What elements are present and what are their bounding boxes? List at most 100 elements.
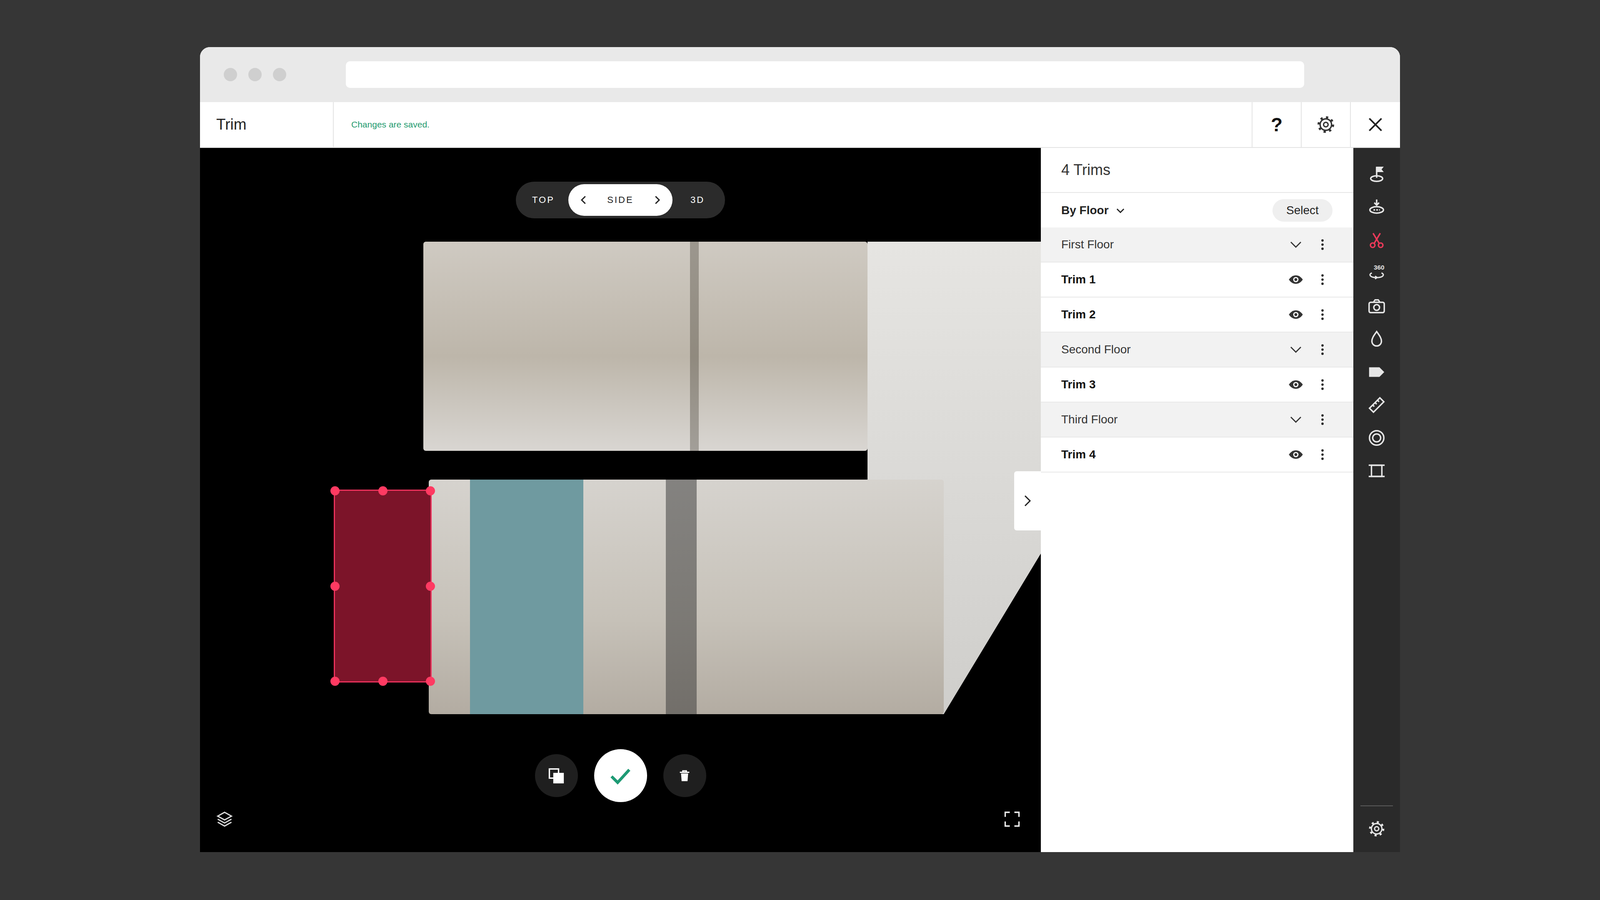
gear-icon[interactable] [1315, 114, 1337, 135]
eye-icon[interactable] [1287, 446, 1304, 463]
trim-row[interactable]: Trim 3 [1040, 367, 1354, 403]
tool-button[interactable] [1353, 289, 1400, 323]
chevron-down-icon[interactable] [1288, 237, 1304, 253]
toolbar-footer [1353, 805, 1400, 845]
resize-handle[interactable] [425, 676, 435, 686]
tool-button[interactable] [1353, 157, 1400, 191]
tool-button[interactable]: 360 [1353, 256, 1400, 290]
help-button[interactable]: ? [1251, 102, 1301, 148]
check-icon[interactable] [607, 762, 634, 790]
chevron-left-icon[interactable] [577, 193, 590, 207]
more-icon[interactable] [1315, 412, 1330, 427]
more-icon[interactable] [1315, 377, 1330, 392]
window-controls [223, 67, 287, 82]
trash-icon[interactable] [677, 768, 692, 783]
page-title: Trim [216, 115, 247, 134]
color-icon[interactable] [1367, 329, 1387, 349]
view-mode-tab[interactable]: 3D [672, 184, 723, 216]
tool-sidebar: 360 [1353, 147, 1400, 853]
photo-icon[interactable] [1367, 296, 1387, 316]
resize-handle[interactable] [425, 486, 435, 496]
browser-window: TrimChanges are saved.?TOPSIDE3D4 TrimsB… [200, 47, 1400, 853]
duplicate-icon[interactable] [547, 766, 566, 785]
confirm-button[interactable] [594, 749, 648, 803]
settings-tool-button[interactable] [1353, 812, 1400, 845]
floor-group-row[interactable]: Third Floor [1040, 402, 1354, 438]
duplicate-button[interactable] [535, 754, 578, 798]
view-mode-tab[interactable]: SIDE [568, 184, 673, 216]
minimize-dot[interactable] [248, 67, 262, 82]
trim-row[interactable]: Trim 2 [1040, 297, 1354, 333]
pano-icon[interactable]: 360 [1367, 263, 1387, 283]
floor-icon[interactable] [1367, 197, 1387, 218]
trim-row[interactable]: Trim 1 [1040, 262, 1354, 298]
view-mode-switch: TOPSIDE3D [515, 181, 725, 219]
floor-group-row[interactable]: Second Floor [1040, 332, 1354, 368]
eye-icon[interactable] [1287, 306, 1304, 323]
measure-icon[interactable] [1367, 395, 1387, 415]
resize-handle[interactable] [330, 486, 340, 496]
eye-icon[interactable] [1287, 376, 1304, 393]
tool-button[interactable] [1353, 355, 1400, 389]
video-icon[interactable] [1367, 461, 1387, 481]
browser-chrome [200, 47, 1400, 103]
title-cell: Trim [200, 102, 334, 148]
more-icon[interactable] [1315, 237, 1330, 252]
more-icon[interactable] [1315, 342, 1330, 357]
chevron-right-icon[interactable] [1020, 493, 1035, 509]
resize-handle[interactable] [330, 676, 340, 686]
resize-handle[interactable] [378, 676, 388, 686]
model-viewer[interactable]: TOPSIDE3D [200, 147, 1041, 853]
resize-handle[interactable] [330, 581, 340, 591]
chevron-down-icon[interactable] [1288, 412, 1304, 428]
tool-button[interactable] [1353, 388, 1400, 422]
resize-handle[interactable] [425, 581, 435, 591]
trim-row[interactable]: Trim 4 [1040, 437, 1354, 473]
app-header: Trim Changes are saved.? [200, 102, 1400, 148]
model-upper-floor[interactable] [423, 241, 868, 451]
filter-row: By Floor Select [1040, 192, 1354, 228]
tag-icon[interactable] [1367, 362, 1387, 382]
save-status: Changes are saved. [333, 102, 1252, 148]
trim-box[interactable] [333, 489, 432, 683]
delete-button[interactable] [663, 754, 707, 798]
address-bar[interactable] [345, 61, 1305, 88]
tool-button[interactable] [1353, 223, 1400, 257]
chevron-down-icon[interactable] [1114, 204, 1127, 217]
tool-button[interactable] [1353, 421, 1400, 455]
close-dot[interactable] [223, 67, 238, 82]
collapse-panel-tab[interactable] [1014, 471, 1041, 531]
chevron-down-icon[interactable] [1288, 342, 1304, 358]
model-lower-floor[interactable] [428, 479, 944, 715]
floor-group-row[interactable]: First Floor [1040, 227, 1354, 263]
more-icon[interactable] [1315, 447, 1330, 462]
trims-panel: 4 TrimsBy FloorSelectFirst FloorTrim 1Tr… [1040, 147, 1354, 853]
svg-text:360: 360 [1373, 263, 1385, 271]
trim-controls [200, 749, 1041, 803]
resize-handle[interactable] [378, 486, 388, 496]
panel-title: 4 Trims [1040, 147, 1354, 193]
select-button[interactable]: Select [1272, 199, 1333, 222]
toolbar-separator [1360, 805, 1393, 807]
view-mode-tab[interactable]: TOP [518, 184, 569, 216]
chevron-right-icon[interactable] [650, 193, 664, 207]
tool-button[interactable] [1353, 190, 1400, 224]
layers-icon[interactable] [215, 810, 234, 829]
gear-icon[interactable] [1367, 819, 1387, 839]
grouping-dropdown[interactable]: By Floor [1061, 203, 1127, 218]
trim-icon[interactable] [1367, 230, 1387, 250]
start-icon[interactable] [1367, 165, 1387, 185]
tool-button[interactable] [1353, 454, 1400, 488]
settings-button[interactable] [1300, 102, 1350, 148]
close-button[interactable] [1350, 102, 1400, 148]
workspace: TOPSIDE3D 4 Trims By Floor Select First Floo… [200, 147, 1400, 853]
more-icon[interactable] [1315, 272, 1330, 287]
close-icon[interactable] [1365, 114, 1386, 135]
tool-button[interactable] [1353, 322, 1400, 356]
maximize-dot[interactable] [272, 67, 287, 82]
eye-icon[interactable] [1287, 271, 1304, 288]
more-icon[interactable] [1315, 307, 1330, 322]
fullscreen-icon[interactable] [1002, 810, 1022, 829]
desktop: TrimChanges are saved.?TOPSIDE3D4 TrimsB… [0, 0, 1600, 900]
focus-icon[interactable] [1367, 428, 1387, 448]
